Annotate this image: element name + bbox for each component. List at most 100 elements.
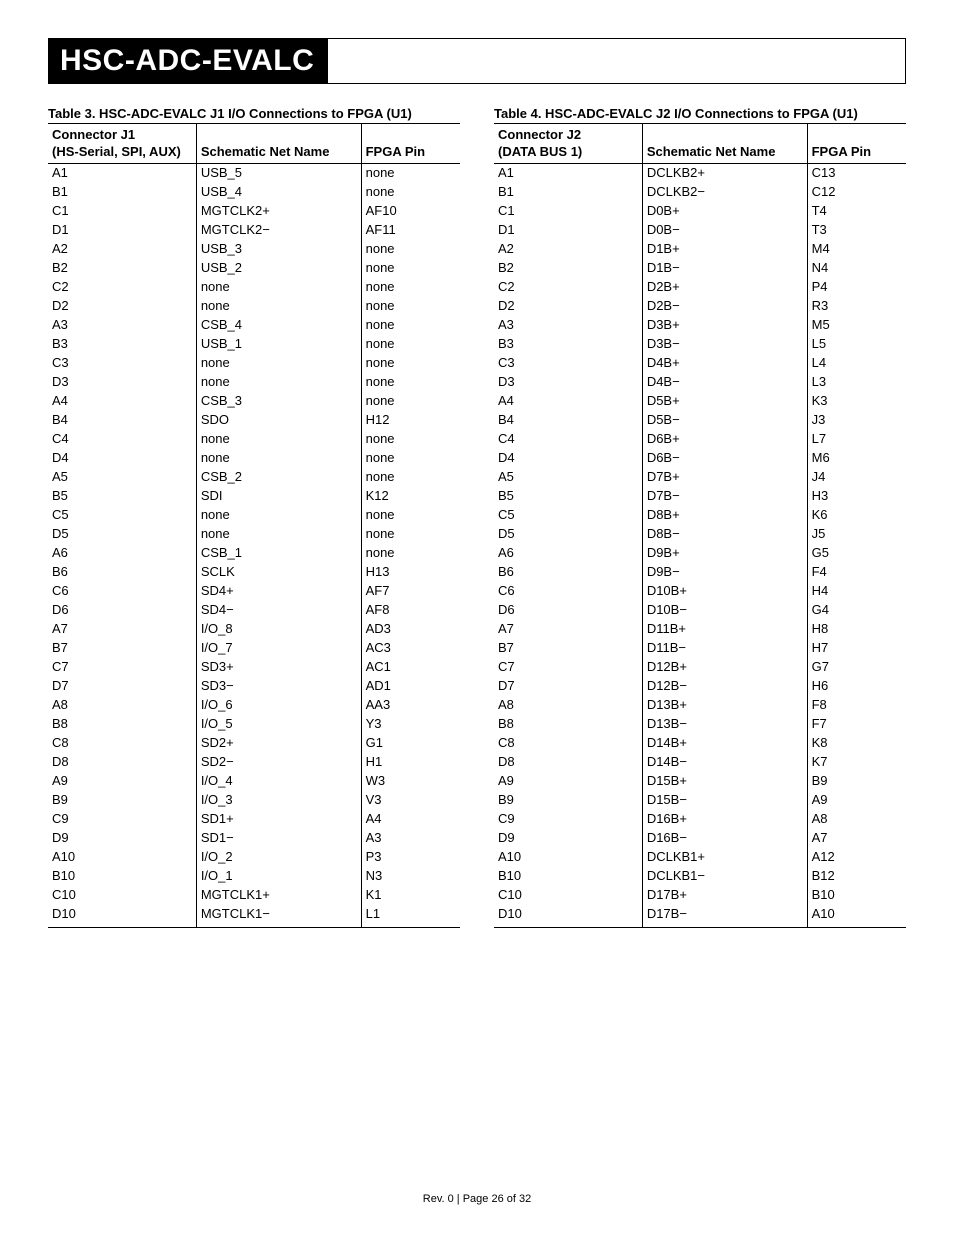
table-row: A3CSB_4none: [48, 316, 460, 335]
cell-connector: B2: [48, 259, 196, 278]
cell-netname: SD4+: [196, 582, 361, 601]
table-row: B5D7B−H3: [494, 487, 906, 506]
table-row: D5D8B−J5: [494, 525, 906, 544]
table-row: C6D10B+H4: [494, 582, 906, 601]
table-row: D3nonenone: [48, 373, 460, 392]
table-row: B7I/O_7AC3: [48, 639, 460, 658]
table-row: C4nonenone: [48, 430, 460, 449]
cell-fpgapin: none: [361, 278, 460, 297]
cell-fpgapin: C13: [807, 164, 906, 184]
cell-netname: none: [196, 449, 361, 468]
cell-connector: D1: [494, 221, 642, 240]
cell-fpgapin: G7: [807, 658, 906, 677]
cell-fpgapin: none: [361, 468, 460, 487]
cell-connector: B10: [494, 867, 642, 886]
cell-fpgapin: AC3: [361, 639, 460, 658]
cell-netname: D3B−: [642, 335, 807, 354]
cell-fpgapin: L5: [807, 335, 906, 354]
cell-connector: D1: [48, 221, 196, 240]
cell-connector: B1: [48, 183, 196, 202]
cell-connector: A6: [48, 544, 196, 563]
cell-netname: D6B−: [642, 449, 807, 468]
cell-fpgapin: J3: [807, 411, 906, 430]
table-row: A5D7B+J4: [494, 468, 906, 487]
cell-netname: SD3+: [196, 658, 361, 677]
cell-netname: none: [196, 297, 361, 316]
cell-netname: D5B+: [642, 392, 807, 411]
cell-netname: I/O_8: [196, 620, 361, 639]
cell-fpgapin: none: [361, 449, 460, 468]
table-row: C2nonenone: [48, 278, 460, 297]
table-row: A1USB_5none: [48, 164, 460, 184]
cell-connector: D2: [48, 297, 196, 316]
cell-connector: C5: [494, 506, 642, 525]
cell-connector: C3: [494, 354, 642, 373]
cell-connector: B8: [494, 715, 642, 734]
cell-connector: C6: [48, 582, 196, 601]
table-row: B9I/O_3V3: [48, 791, 460, 810]
cell-fpgapin: F7: [807, 715, 906, 734]
cell-fpgapin: F8: [807, 696, 906, 715]
table-row: D2nonenone: [48, 297, 460, 316]
table-row: D9D16B−A7: [494, 829, 906, 848]
cell-connector: B3: [494, 335, 642, 354]
table-row: D8D14B−K7: [494, 753, 906, 772]
cell-fpgapin: AF8: [361, 601, 460, 620]
cell-connector: A4: [48, 392, 196, 411]
cell-netname: SCLK: [196, 563, 361, 582]
cell-netname: D14B−: [642, 753, 807, 772]
cell-netname: D0B−: [642, 221, 807, 240]
cell-connector: C7: [48, 658, 196, 677]
cell-netname: D16B+: [642, 810, 807, 829]
table-row: C5D8B+K6: [494, 506, 906, 525]
cell-netname: MGTCLK1+: [196, 886, 361, 905]
cell-fpgapin: H4: [807, 582, 906, 601]
cell-netname: MGTCLK2+: [196, 202, 361, 221]
table-row: D5nonenone: [48, 525, 460, 544]
cell-netname: SD1−: [196, 829, 361, 848]
cell-connector: A10: [48, 848, 196, 867]
table-row: B10DCLKB1−B12: [494, 867, 906, 886]
cell-netname: D2B+: [642, 278, 807, 297]
cell-netname: D1B+: [642, 240, 807, 259]
cell-connector: C9: [48, 810, 196, 829]
cell-fpgapin: Y3: [361, 715, 460, 734]
cell-fpgapin: none: [361, 354, 460, 373]
table-row: C7D12B+G7: [494, 658, 906, 677]
table-row: B8I/O_5Y3: [48, 715, 460, 734]
table-row: C9D16B+A8: [494, 810, 906, 829]
cell-fpgapin: none: [361, 430, 460, 449]
table-row: C8D14B+K8: [494, 734, 906, 753]
cell-connector: B1: [494, 183, 642, 202]
cell-netname: D6B+: [642, 430, 807, 449]
cell-connector: A1: [48, 164, 196, 184]
cell-netname: D8B+: [642, 506, 807, 525]
cell-fpgapin: K7: [807, 753, 906, 772]
table-row: B2USB_2none: [48, 259, 460, 278]
cell-netname: SDI: [196, 487, 361, 506]
cell-fpgapin: none: [361, 183, 460, 202]
cell-fpgapin: K3: [807, 392, 906, 411]
table-row: D8SD2−H1: [48, 753, 460, 772]
table-3-head-3: FPGA Pin: [361, 124, 460, 164]
cell-fpgapin: B9: [807, 772, 906, 791]
cell-fpgapin: none: [361, 506, 460, 525]
table-row: B6SCLKH13: [48, 563, 460, 582]
cell-netname: USB_1: [196, 335, 361, 354]
table-row: C7SD3+AC1: [48, 658, 460, 677]
cell-fpgapin: none: [361, 525, 460, 544]
cell-fpgapin: T4: [807, 202, 906, 221]
cell-fpgapin: L1: [361, 905, 460, 927]
cell-connector: C7: [494, 658, 642, 677]
table-row: C9SD1+A4: [48, 810, 460, 829]
cell-netname: D8B−: [642, 525, 807, 544]
cell-netname: none: [196, 278, 361, 297]
table-row: A5CSB_2none: [48, 468, 460, 487]
table-row: B6D9B−F4: [494, 563, 906, 582]
cell-fpgapin: P4: [807, 278, 906, 297]
cell-fpgapin: M5: [807, 316, 906, 335]
table-row: A7I/O_8AD3: [48, 620, 460, 639]
cell-netname: I/O_6: [196, 696, 361, 715]
cell-connector: C10: [494, 886, 642, 905]
cell-connector: B7: [494, 639, 642, 658]
